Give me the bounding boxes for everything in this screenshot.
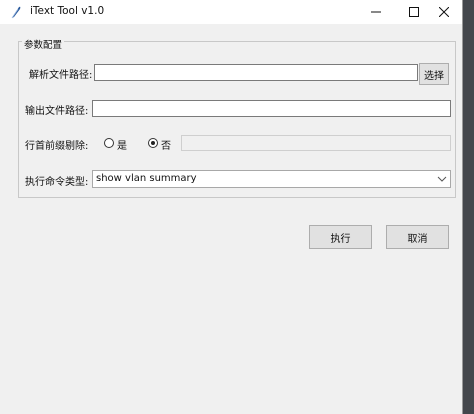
choose-file-button[interactable]: 选择 xyxy=(419,63,449,85)
command-type-value: show vlan summary xyxy=(96,173,197,184)
parse-path-input[interactable] xyxy=(94,64,418,81)
maximize-icon xyxy=(409,7,419,17)
title-bar[interactable]: iText Tool v1.0 xyxy=(0,0,462,24)
output-path-input[interactable] xyxy=(92,100,451,117)
group-title: 参数配置 xyxy=(22,37,65,51)
cancel-button[interactable]: 取消 xyxy=(386,225,449,249)
radio-selected-dot xyxy=(151,141,155,145)
close-button[interactable] xyxy=(425,0,463,24)
app-window: iText Tool v1.0 参数配置 解析文件路径: 选择 输出文件路径: … xyxy=(0,0,463,414)
radio-yes[interactable] xyxy=(104,138,114,148)
command-type-select[interactable]: show vlan summary xyxy=(92,170,451,188)
strip-prefix-label: 行首前缀剔除: xyxy=(25,141,89,152)
close-icon xyxy=(439,7,449,17)
minimize-button[interactable] xyxy=(357,0,395,24)
strip-prefix-input[interactable] xyxy=(181,135,451,151)
run-button[interactable]: 执行 xyxy=(309,225,372,249)
feather-icon xyxy=(11,6,21,19)
minimize-icon xyxy=(371,11,381,13)
chevron-down-icon xyxy=(437,176,447,182)
background-window xyxy=(463,0,474,414)
radio-no[interactable] xyxy=(148,138,158,148)
radio-no-label: 否 xyxy=(161,141,171,152)
output-path-label: 输出文件路径: xyxy=(25,106,89,117)
radio-yes-label: 是 xyxy=(117,141,127,152)
command-type-label: 执行命令类型: xyxy=(25,177,89,188)
parse-path-label: 解析文件路径: xyxy=(29,70,93,81)
window-title: iText Tool v1.0 xyxy=(30,5,105,17)
